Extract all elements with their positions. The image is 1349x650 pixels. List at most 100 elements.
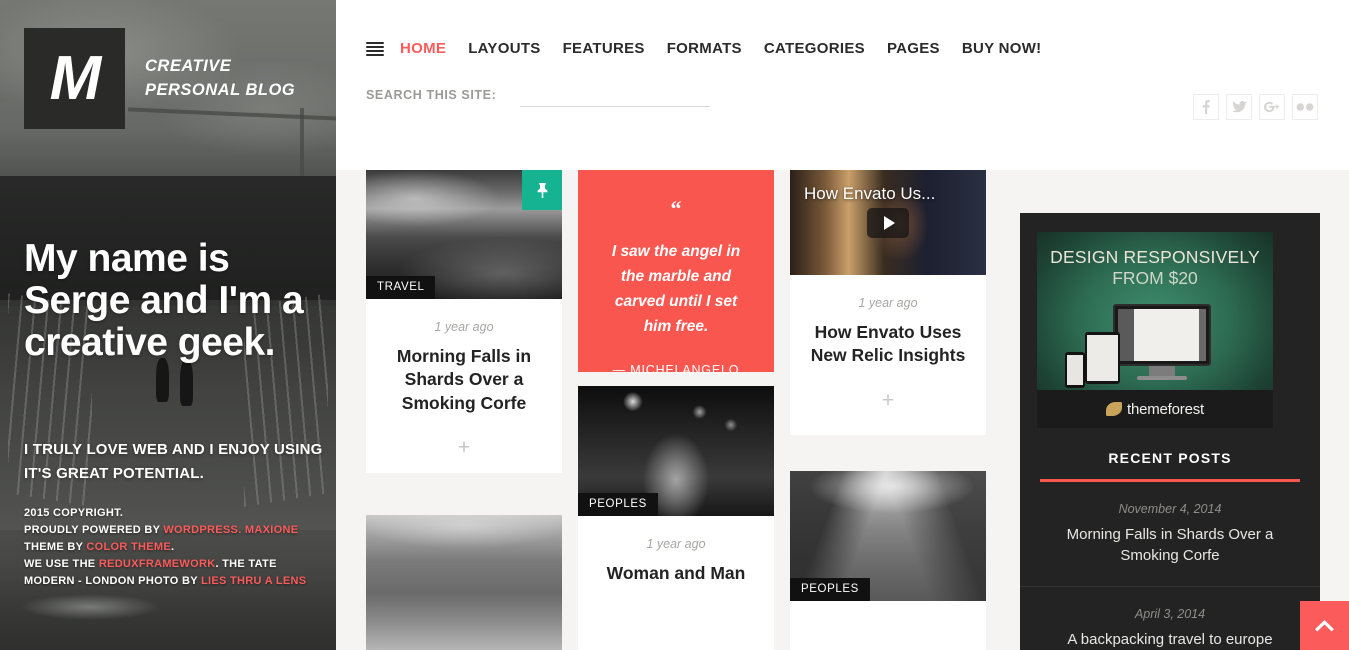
- recent-post-date: November 4, 2014: [1118, 502, 1222, 516]
- google-plus-icon[interactable]: [1259, 94, 1285, 120]
- category-badge[interactable]: TRAVEL: [366, 276, 436, 299]
- site-logo[interactable]: M CREATIVE PERSONAL BLOG: [24, 28, 312, 129]
- copyright-line-2: PROUDLY POWERED BY WORDPRESS. MAXIONE: [24, 522, 324, 539]
- post-title[interactable]: Morning Falls in Shards Over a Smoking C…: [384, 345, 544, 415]
- hamburger-bar: [366, 49, 384, 52]
- chevron-up-icon: [1315, 619, 1334, 631]
- ad-monitor-graphic: [1113, 304, 1211, 366]
- category-badge[interactable]: PEOPLES: [578, 493, 658, 516]
- hamburger-menu-icon[interactable]: [366, 41, 384, 56]
- nav-item-formats[interactable]: FORMATS: [667, 40, 742, 57]
- thumbnail-image-paris: [366, 515, 562, 650]
- ad-brand-name: themeforest: [1126, 400, 1204, 418]
- site-tagline: CREATIVE PERSONAL BLOG: [145, 55, 295, 103]
- post-date: 1 year ago: [646, 537, 706, 551]
- sidebar-content: M CREATIVE PERSONAL BLOG My name is Serg…: [0, 0, 336, 650]
- site-header: HOME LAYOUTS FEATURES FORMATS CATEGORIES…: [336, 0, 1349, 170]
- copyright-block: 2015 COPYRIGHT. PROUDLY POWERED BY WORDP…: [24, 505, 324, 590]
- pin-icon[interactable]: [522, 170, 562, 210]
- social-links: [1193, 94, 1318, 120]
- copyright-line-1: 2015 COPYRIGHT.: [24, 507, 124, 519]
- ad-phone-graphic: [1065, 352, 1085, 388]
- reduxframework-link[interactable]: REDUXFRAMEWORK: [99, 558, 216, 570]
- copyright-line-3-prefix: THEME BY: [24, 541, 87, 554]
- nav-item-pages[interactable]: PAGES: [887, 40, 940, 57]
- logo-mark[interactable]: M: [24, 28, 125, 129]
- post-body: 1 year ago How Envato Uses New Relic Ins…: [790, 275, 986, 368]
- video-overlay-title: How Envato Us...: [804, 184, 936, 203]
- nav-item-home[interactable]: HOME: [400, 40, 446, 57]
- recent-post-title[interactable]: Morning Falls in Shards Over a Smoking C…: [1042, 524, 1298, 567]
- ad-phone-screen: [1067, 355, 1083, 385]
- tagline-line-1: CREATIVE: [145, 56, 232, 75]
- quote-text: I saw the angel in the marble and carved…: [611, 243, 741, 336]
- post-date: 1 year ago: [858, 296, 918, 310]
- copyright-line-3-suffix: .: [170, 541, 175, 554]
- nav-item-layouts[interactable]: LAYOUTS: [468, 40, 540, 57]
- themeforest-ad-banner[interactable]: DESIGN RESPONSIVELY FROM $20 themeforest: [1037, 232, 1273, 428]
- posts-grid: TRAVEL 1 year ago Morning Falls in Shard…: [336, 170, 1349, 650]
- hamburger-bar: [366, 53, 384, 56]
- hamburger-bar: [366, 45, 384, 48]
- post-card-morning-falls[interactable]: TRAVEL 1 year ago Morning Falls in Shard…: [366, 170, 562, 473]
- post-card-fjord[interactable]: PEOPLES: [790, 471, 986, 650]
- post-thumbnail[interactable]: [366, 515, 562, 650]
- hamburger-bar: [366, 41, 384, 44]
- copyright-line-4-prefix: WE USE THE: [24, 558, 99, 571]
- post-thumbnail[interactable]: PEOPLES: [790, 471, 986, 601]
- search-label: SEARCH THIS SITE:: [366, 88, 497, 102]
- post-date: 1 year ago: [434, 320, 494, 334]
- post-title[interactable]: How Envato Uses New Relic Insights: [808, 321, 968, 368]
- copyright-line-3: THEME BY COLOR THEME.: [24, 539, 324, 556]
- quote-mark-icon: “: [670, 196, 682, 221]
- post-card-paris[interactable]: [366, 515, 562, 650]
- facebook-icon[interactable]: [1193, 94, 1219, 120]
- category-badge[interactable]: PEOPLES: [790, 578, 870, 601]
- recent-post-date: April 3, 2014: [1134, 606, 1206, 621]
- logo-letter: M: [49, 43, 102, 113]
- ad-tablet-graphic: [1085, 332, 1120, 384]
- copyright-line-2-prefix: PROUDLY POWERED BY: [24, 524, 164, 537]
- post-title[interactable]: Woman and Man: [596, 562, 756, 585]
- color-theme-link[interactable]: COLOR THEME: [86, 541, 171, 553]
- wordpress-link[interactable]: WORDPRESS. MAXIONE: [163, 524, 298, 536]
- ad-headline-2: FROM $20: [1112, 268, 1198, 288]
- post-thumbnail[interactable]: TRAVEL: [366, 170, 562, 299]
- recent-posts-heading: RECENT POSTS: [1040, 450, 1300, 482]
- ad-widget[interactable]: DESIGN RESPONSIVELY FROM $20 themeforest: [1020, 213, 1320, 428]
- twitter-icon[interactable]: [1226, 94, 1252, 120]
- hero-title: My name is Serge and I'm a creative geek…: [24, 237, 304, 365]
- post-card-woman-and-man[interactable]: PEOPLES 1 year ago Woman and Man: [578, 386, 774, 650]
- ad-brand-footer: themeforest: [1037, 390, 1273, 428]
- left-sidebar: M CREATIVE PERSONAL BLOG My name is Serg…: [0, 0, 336, 650]
- flickr-icon[interactable]: [1292, 94, 1318, 120]
- lies-thru-a-lens-link[interactable]: LIES THRU A LENS: [201, 575, 306, 587]
- ad-headline-1: DESIGN RESPONSIVELY: [1050, 247, 1260, 267]
- post-card-quote[interactable]: “ I saw the angel in the marble and carv…: [578, 170, 774, 377]
- hero-subtitle: I TRULY LOVE WEB AND I ENJOY USING IT'S …: [24, 441, 323, 482]
- quote-author: — MICHELANGELO: [612, 363, 740, 378]
- search-input[interactable]: [520, 83, 711, 107]
- tagline-line-2: PERSONAL BLOG: [145, 80, 296, 99]
- scroll-to-top-button[interactable]: [1300, 601, 1349, 650]
- nav-item-features[interactable]: FEATURES: [563, 40, 645, 57]
- themeforest-leaf-icon: [1105, 402, 1122, 416]
- video-thumbnail[interactable]: How Envato Us...: [790, 170, 986, 275]
- post-body: 1 year ago Morning Falls in Shards Over …: [366, 299, 562, 415]
- nav-item-buy-now[interactable]: BUY NOW!: [962, 40, 1042, 57]
- ad-monitor-screen: [1118, 309, 1206, 361]
- post-thumbnail[interactable]: PEOPLES: [578, 386, 774, 516]
- post-card-envato-video[interactable]: How Envato Us... 1 year ago How Envato U…: [790, 170, 986, 435]
- nav-item-categories[interactable]: CATEGORIES: [764, 40, 865, 57]
- read-more-plus-icon[interactable]: +: [790, 390, 986, 411]
- ad-tablet-screen: [1087, 335, 1118, 381]
- main-navigation: HOME LAYOUTS FEATURES FORMATS CATEGORIES…: [336, 0, 1349, 57]
- page-root: M CREATIVE PERSONAL BLOG My name is Serg…: [0, 0, 1349, 650]
- recent-post-item[interactable]: November 4, 2014 Morning Falls in Shards…: [1020, 482, 1320, 587]
- read-more-plus-icon[interactable]: +: [366, 437, 562, 458]
- play-icon[interactable]: [867, 207, 909, 238]
- recent-post-item[interactable]: April 3, 2014 A backpacking travel to eu…: [1020, 587, 1320, 650]
- recent-post-title[interactable]: A backpacking travel to europe: [1042, 629, 1298, 650]
- copyright-line-4: WE USE THE REDUXFRAMEWORK. THE TATE MODE…: [24, 556, 324, 590]
- right-sidebar: DESIGN RESPONSIVELY FROM $20 themeforest…: [1020, 213, 1320, 650]
